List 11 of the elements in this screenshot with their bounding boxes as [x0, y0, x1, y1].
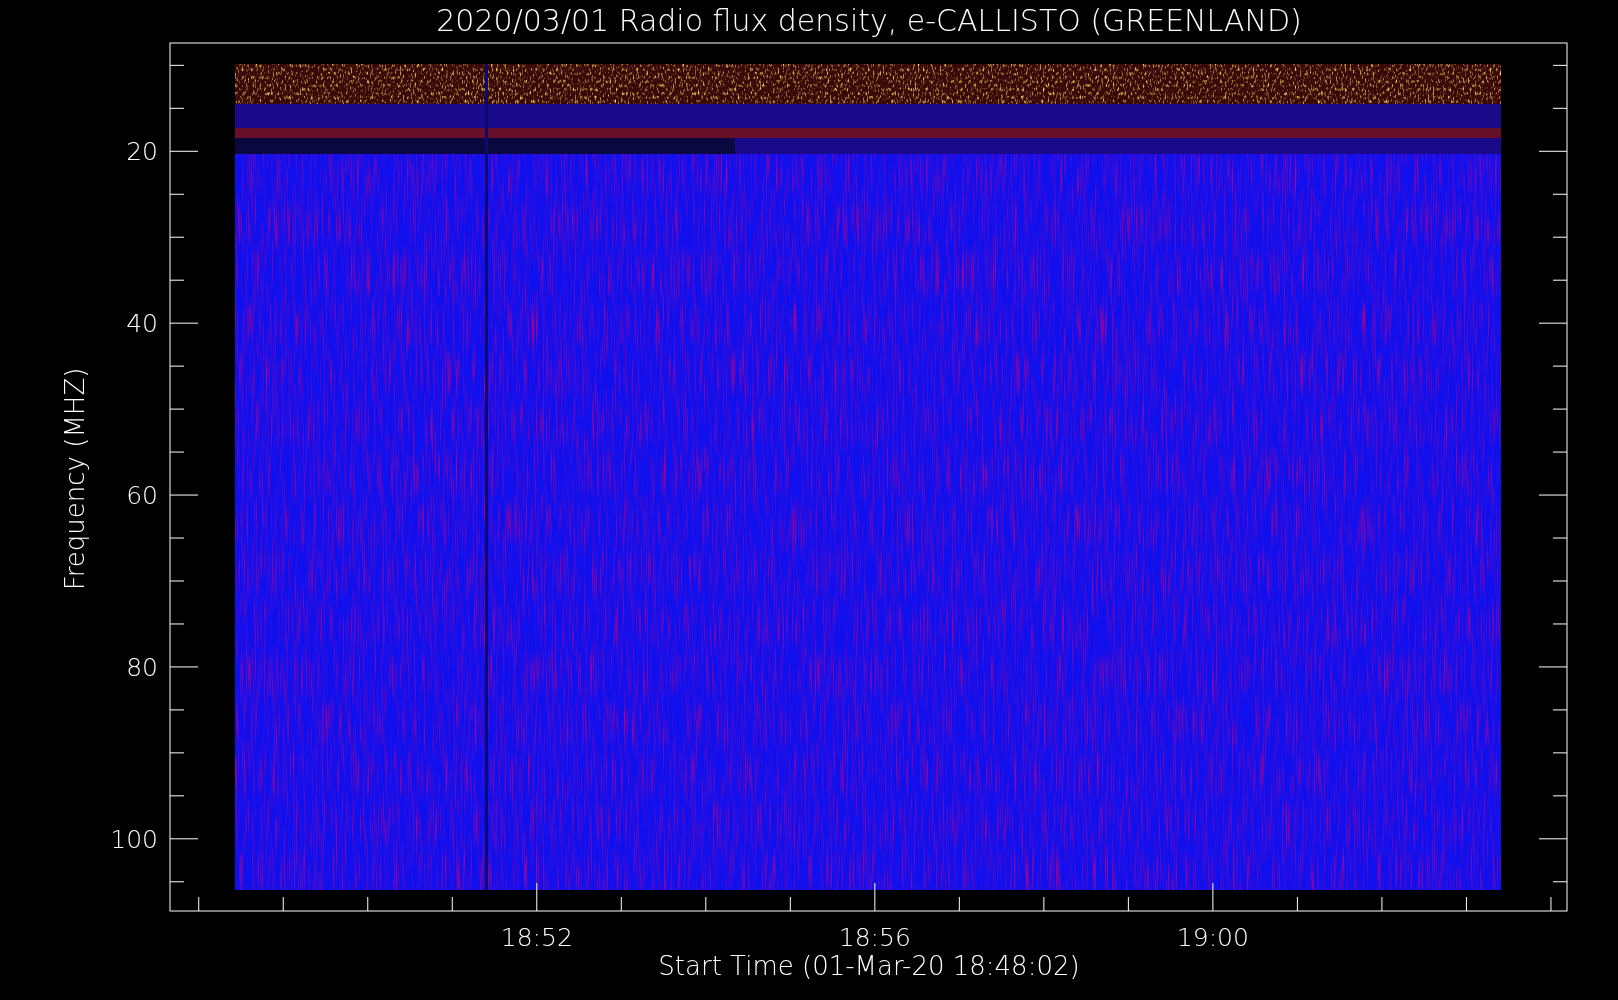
y-tick-label: 80 [126, 652, 158, 682]
y-tick-label: 20 [126, 137, 158, 167]
x-tick-label: 19:00 [1176, 923, 1249, 952]
chart-title: 2020/03/01 Radio flux density, e-CALLISTO (GREENLAND) [436, 3, 1302, 38]
x-tick-label: 18:52 [500, 923, 573, 952]
y-tick-label: 40 [126, 309, 158, 339]
y-tick-label: 60 [126, 481, 158, 511]
y-axis-label: Frequency (MHZ) [60, 367, 90, 591]
y-tick-label: 100 [110, 824, 158, 854]
x-axis-label: Start Time (01-Mar-20 18:48:02) [658, 951, 1080, 981]
x-tick-label: 18:56 [838, 923, 911, 952]
